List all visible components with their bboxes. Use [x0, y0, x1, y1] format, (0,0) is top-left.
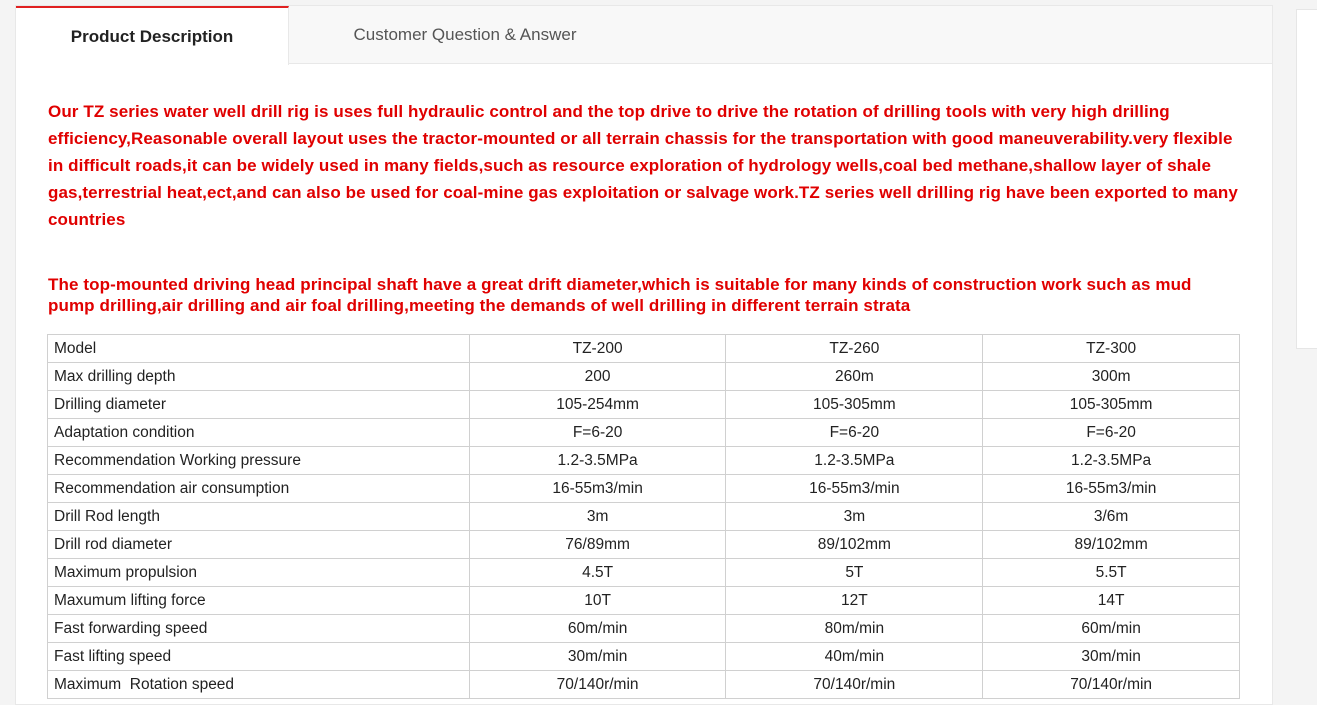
table-row: Drill Rod length 3m 3m 3/6m: [47, 502, 1240, 531]
spec-value-cell: 70/140r/min: [982, 670, 1240, 699]
spec-label-cell: Model: [47, 334, 470, 363]
table-row: Drilling diameter 105-254mm 105-305mm 105-3…: [47, 390, 1240, 419]
spec-label-cell: Maxumum lifting force: [47, 586, 470, 615]
description-paragraph: The top-mounted driving head principal s…: [48, 275, 1192, 315]
spec-value-cell: 12T: [725, 586, 984, 615]
spec-value-cell: 1.2-3.5MPa: [725, 446, 984, 475]
spec-value-cell: 89/102mm: [725, 530, 984, 559]
spec-value-cell: 105-305mm: [982, 390, 1240, 419]
spec-value-cell: 3m: [725, 502, 984, 531]
description-content: Our TZ series water well drill rig is us…: [48, 98, 1238, 316]
spec-value-cell: 4.5T: [468, 558, 727, 587]
spec-value-cell: 16-55m3/min: [468, 474, 727, 503]
spec-value-cell: 80m/min: [725, 614, 984, 643]
spec-label-cell: Maximum Rotation speed: [47, 670, 470, 699]
spec-label-cell: Adaptation condition: [47, 418, 470, 447]
spec-value-cell: 16-55m3/min: [725, 474, 984, 503]
spec-value-cell: 5T: [725, 558, 984, 587]
spec-value-cell: 40m/min: [725, 642, 984, 671]
spec-value-cell: 260m: [725, 362, 984, 391]
table-row: Recommendation Working pressure 1.2-3.5MP…: [47, 446, 1240, 475]
table-row: Fast lifting speed 30m/min 40m/min 30m/min: [47, 642, 1240, 671]
spec-value-cell: 3m: [468, 502, 727, 531]
spec-label-cell: Maximum propulsion: [47, 558, 470, 587]
spec-value-cell: 70/140r/min: [725, 670, 984, 699]
spec-value-cell: 14T: [982, 586, 1240, 615]
spec-value-cell: TZ-200: [468, 334, 727, 363]
spec-label-cell: Drill rod diameter: [47, 530, 470, 559]
spec-value-cell: 89/102mm: [982, 530, 1240, 559]
spec-value-cell: F=6-20: [725, 418, 984, 447]
spec-value-cell: 76/89mm: [468, 530, 727, 559]
spec-value-cell: 16-55m3/min: [982, 474, 1240, 503]
table-row: Recommendation air consumption 16-55m3/mi…: [47, 474, 1240, 503]
spec-value-cell: 30m/min: [982, 642, 1240, 671]
table-row: Maximum propulsion 4.5T 5T 5.5T: [47, 558, 1240, 587]
table-row: Adaptation condition F=6-20 F=6-20 F=6-20: [47, 418, 1240, 447]
spec-label-cell: Drill Rod length: [47, 502, 470, 531]
spec-label-cell: Fast forwarding speed: [47, 614, 470, 643]
table-row: Max drilling depth 200 260m 300m: [47, 362, 1240, 391]
spec-label-cell: Max drilling depth: [47, 362, 470, 391]
spec-value-cell: TZ-300: [982, 334, 1240, 363]
table-row: Maxumum lifting force 10T 12T 14T: [47, 586, 1240, 615]
tab-bar: Product Description Customer Question & …: [16, 6, 1272, 65]
spec-value-cell: 30m/min: [468, 642, 727, 671]
description-paragraph: Our TZ series water well drill rig is us…: [48, 102, 1238, 229]
spec-value-cell: F=6-20: [982, 418, 1240, 447]
spec-value-cell: 60m/min: [982, 614, 1240, 643]
spec-label-cell: Recommendation air consumption: [47, 474, 470, 503]
spec-value-cell: 105-254mm: [468, 390, 727, 419]
table-row: Maximum Rotation speed 70/140r/min 70/140r…: [47, 670, 1240, 699]
spec-value-cell: 300m: [982, 362, 1240, 391]
table-row: Model TZ-200 TZ-260 TZ-300: [47, 334, 1240, 363]
table-row: Drill rod diameter 76/89mm 89/102mm 89/102m…: [47, 530, 1240, 559]
spec-value-cell: 1.2-3.5MPa: [468, 446, 727, 475]
spec-value-cell: 10T: [468, 586, 727, 615]
side-panel: [1296, 9, 1317, 349]
spec-value-cell: F=6-20: [468, 418, 727, 447]
spec-value-cell: 1.2-3.5MPa: [982, 446, 1240, 475]
table-row: Fast forwarding speed 60m/min 80m/min 60m/m…: [47, 614, 1240, 643]
product-details-panel: Product Description Customer Question & …: [15, 5, 1273, 705]
spec-value-cell: TZ-260: [725, 334, 984, 363]
spec-value-cell: 200: [468, 362, 727, 391]
spec-label-cell: Recommendation Working pressure: [47, 446, 470, 475]
specifications-table: Model TZ-200 TZ-260 TZ-300 Max drilling dept…: [47, 334, 1240, 699]
spec-label-cell: Drilling diameter: [47, 390, 470, 419]
tab-product-description[interactable]: Product Description: [16, 6, 289, 65]
spec-value-cell: 60m/min: [468, 614, 727, 643]
spec-label-cell: Fast lifting speed: [47, 642, 470, 671]
spec-value-cell: 5.5T: [982, 558, 1240, 587]
spec-value-cell: 3/6m: [982, 502, 1240, 531]
tab-customer-qa[interactable]: Customer Question & Answer: [290, 6, 640, 64]
spec-value-cell: 70/140r/min: [468, 670, 727, 699]
spec-value-cell: 105-305mm: [725, 390, 984, 419]
